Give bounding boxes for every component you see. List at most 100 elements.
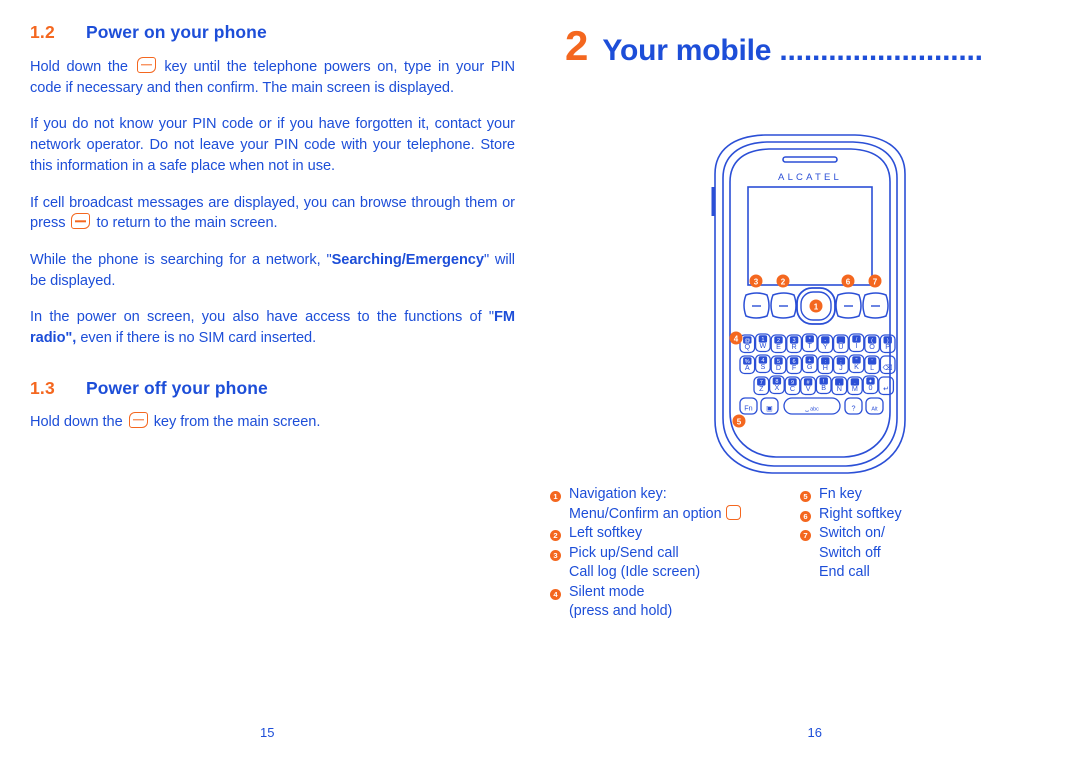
end-call-key-icon bbox=[136, 57, 156, 73]
key-r1-E-label: E bbox=[776, 342, 781, 351]
legend-badge-5: 5 bbox=[800, 491, 811, 502]
legend-lines-6: Right softkey bbox=[819, 505, 902, 525]
earpiece-speaker bbox=[782, 156, 838, 163]
key-r3-C-label: C bbox=[790, 384, 795, 393]
legend-badge-6: 6 bbox=[800, 510, 811, 522]
key-menu-label: ▣ bbox=[766, 404, 773, 413]
page-number-right: 16 bbox=[807, 725, 822, 740]
phone-legend: 1 Navigation key: Menu/Confirm an option 2 L… bbox=[550, 485, 1070, 622]
key-r2-J-label: J bbox=[839, 363, 843, 372]
callout-5: 5 bbox=[732, 414, 746, 428]
section-heading-1-3: 1.3 Power off your phone bbox=[30, 378, 515, 399]
legend-badge-3: 3 bbox=[550, 549, 561, 561]
paragraph-fm-radio: In the power on screen, you also have ac… bbox=[30, 307, 515, 348]
key-r3-N-label: N bbox=[837, 384, 842, 393]
chapter-heading: 2 Your mobile ......................... bbox=[565, 25, 1065, 67]
callout-1-label: 1 bbox=[814, 302, 819, 311]
paragraph-text-after: to return to the main screen. bbox=[96, 215, 278, 232]
left-page-body: 1.2 Power on your phone Hold down the ke… bbox=[30, 22, 515, 433]
paragraph-text-before: While the phone is searching for a netwo… bbox=[30, 252, 332, 269]
legend-lines-5: Fn key bbox=[819, 485, 862, 505]
key-r2-⌫-label: ⌫ bbox=[883, 363, 893, 372]
key-r1-Q-label: Q bbox=[745, 342, 751, 351]
legend-line: Right softkey bbox=[819, 505, 902, 522]
key-r2-K-label: K bbox=[854, 362, 859, 371]
key-r2-H-label: H bbox=[823, 363, 828, 372]
paragraph-pin-code: If you do not know your PIN code or if y… bbox=[30, 116, 515, 174]
legend-item-6: 6 Right softkey bbox=[800, 505, 1040, 525]
nav-key-icon bbox=[725, 504, 741, 520]
callout-6: 6 bbox=[841, 274, 855, 288]
phone-screen bbox=[747, 186, 873, 286]
paragraph-cell-broadcast: If cell broadcast messages are displayed… bbox=[30, 193, 515, 234]
legend-lines-4: Silent mode (press and hold) bbox=[569, 583, 672, 622]
callout-3-label: 3 bbox=[754, 277, 759, 286]
legend-item-2: 2 Left softkey bbox=[550, 524, 800, 544]
legend-badge-2: 2 bbox=[550, 530, 561, 542]
legend-item-4: 4 Silent mode (press and hold) bbox=[550, 583, 800, 622]
phone-diagram-svg: ALCATEL @Q1W 2E3R*T -Y_U/I (O)P%A4S 5D6F… bbox=[711, 134, 906, 474]
key-r2-A-label: A bbox=[745, 363, 750, 372]
legend-lines-1: Navigation key: Menu/Confirm an option bbox=[569, 485, 741, 524]
legend-lines-2: Left softkey bbox=[569, 524, 642, 544]
callout-2-label: 2 bbox=[781, 277, 786, 286]
paragraph-text-before: Hold down the bbox=[30, 413, 123, 430]
right-page: 2 Your mobile ......................... bbox=[540, 0, 1080, 767]
callout-4: 4 bbox=[729, 331, 743, 345]
document-spread: 1.2 Power on your phone Hold down the ke… bbox=[0, 0, 1080, 767]
legend-line: Navigation key: bbox=[569, 486, 667, 502]
legend-line: Switch off bbox=[819, 544, 881, 561]
legend-column-right: 5 Fn key 6 Right softkey 7 Switch on/Switch o… bbox=[800, 485, 1040, 622]
callout-1: 1 bbox=[809, 299, 823, 313]
legend-line: Switch on/ bbox=[819, 525, 885, 542]
legend-item-7: 7 Switch on/Switch off End call bbox=[800, 524, 1040, 583]
callout-7-label: 7 bbox=[873, 277, 878, 286]
paragraph-text-before: In the power on screen, you also have ac… bbox=[30, 309, 495, 326]
callout-3: 3 bbox=[749, 274, 763, 288]
section-number: 1.2 bbox=[30, 22, 55, 42]
callout-4-label: 4 bbox=[734, 334, 739, 343]
legend-item-1: 1 Navigation key: Menu/Confirm an option bbox=[550, 485, 800, 524]
key-r1-R-label: R bbox=[791, 342, 796, 351]
legend-badge-4: 4 bbox=[550, 588, 561, 600]
callout-7: 7 bbox=[868, 274, 882, 288]
key-alt-label: Alt bbox=[871, 407, 878, 413]
callout-5-label: 5 bbox=[737, 417, 742, 426]
key-r1-W-label: W bbox=[760, 341, 767, 350]
key-r2-L-label: L bbox=[870, 363, 874, 372]
paragraph-text-before: Hold down the bbox=[30, 59, 128, 75]
key-r1-Y-label: Y bbox=[823, 342, 828, 351]
key-r3-Z-label: Z bbox=[759, 384, 764, 393]
legend-line: Silent mode bbox=[569, 583, 645, 600]
legend-lines-3: Pick up/Send call Call log (Idle screen) bbox=[569, 544, 700, 583]
key-r3-M-label: M bbox=[852, 384, 858, 393]
legend-line: Pick up/Send call bbox=[569, 544, 679, 561]
paragraph-text-after: even if there is no SIM card inserted. bbox=[80, 330, 317, 347]
key-r3-↵-label: ↵ bbox=[883, 384, 889, 393]
legend-line: End call bbox=[819, 564, 870, 581]
key-question-label: ? bbox=[852, 404, 856, 413]
key-r1-P-label: P bbox=[885, 342, 890, 351]
paragraph-power-off-1: Hold down the key from the main screen. bbox=[30, 411, 515, 433]
section-number: 1.3 bbox=[30, 377, 55, 398]
legend-item-5: 5 Fn key bbox=[800, 485, 1040, 505]
legend-line: (press and hold) bbox=[569, 603, 673, 620]
chapter-number: 2 bbox=[565, 22, 589, 69]
end-call-key-icon bbox=[128, 411, 148, 428]
legend-item-3: 3 Pick up/Send call Call log (Idle screen) bbox=[550, 544, 800, 583]
key-fn-label: Fn bbox=[744, 404, 752, 413]
key-r2-F-label: F bbox=[792, 363, 797, 372]
legend-line: Menu/Confirm an option bbox=[569, 504, 741, 525]
left-page: 1.2 Power on your phone Hold down the ke… bbox=[0, 0, 540, 767]
page-number-left: 15 bbox=[260, 725, 275, 740]
legend-line: Fn key bbox=[819, 486, 862, 502]
key-r1-U-label: U bbox=[838, 342, 843, 351]
phone-illustration: ALCATEL @ Q 1 W 2 E 3 R * T - Y _ U / I … bbox=[685, 130, 935, 490]
callout-2: 2 bbox=[776, 274, 790, 288]
legend-lines-7: Switch on/Switch off End call bbox=[819, 524, 885, 583]
key-r3-X-label: X bbox=[775, 383, 780, 392]
key-r2-G-label: G bbox=[807, 362, 813, 371]
key-r3-V-label: V bbox=[806, 384, 811, 393]
section-heading-1-2: 1.2 Power on your phone bbox=[30, 22, 515, 43]
paragraph-bold: Searching/Emergency bbox=[331, 252, 484, 269]
